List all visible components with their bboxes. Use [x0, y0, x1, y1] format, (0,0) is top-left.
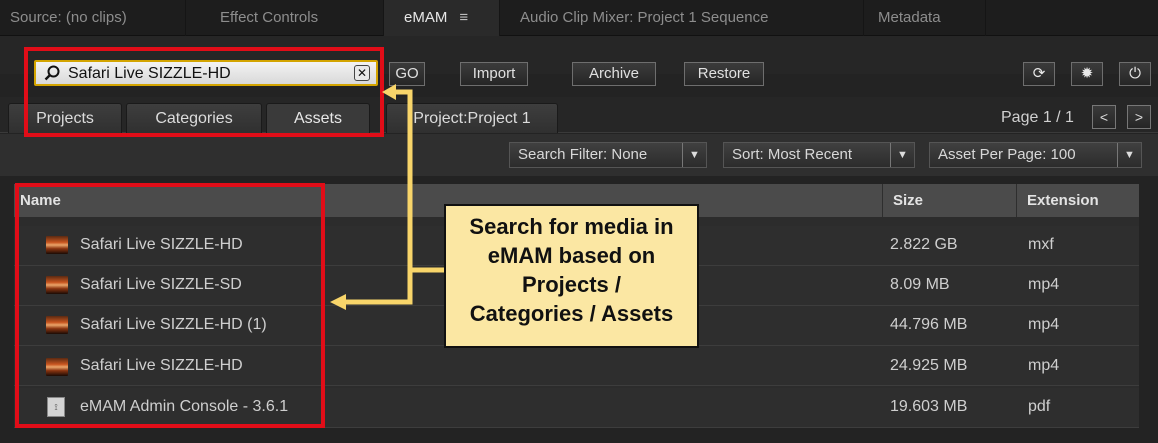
callout-line: Projects /	[521, 272, 622, 297]
arrow-head	[382, 84, 396, 100]
arrow-head	[330, 294, 346, 310]
callout-line: Categories / Assets	[469, 301, 674, 326]
annotation-callout: Search for media in eMAM based on Projec…	[444, 204, 699, 348]
callout-line: eMAM based on	[487, 243, 656, 268]
callout-line: Search for media in	[469, 214, 674, 239]
